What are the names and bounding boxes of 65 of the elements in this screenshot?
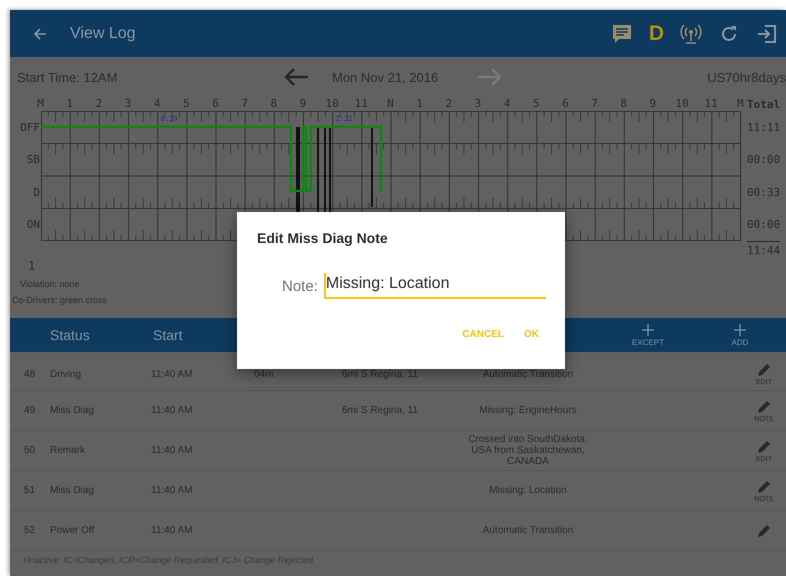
hour-label: 6 xyxy=(211,97,220,111)
hour-label: 9 xyxy=(648,97,658,111)
hour-label: 4 xyxy=(152,97,162,111)
status-cell-text: Miss Diag xyxy=(50,405,95,416)
driver-status-letter[interactable]: D xyxy=(648,22,664,46)
status-label: D xyxy=(32,184,41,201)
status-label: SB xyxy=(26,152,41,168)
start-time-cell-text: 11:40 AM xyxy=(151,525,194,536)
header-action-button[interactable]: ADD xyxy=(694,324,786,346)
plus-icon xyxy=(734,324,746,336)
total-heading: Total xyxy=(747,97,780,111)
status-cell-text: Miss Diag xyxy=(50,485,95,496)
hour-label: 8 xyxy=(619,97,628,111)
dialog-title: Edit Miss Diag Note xyxy=(257,230,389,246)
note-label: Note: xyxy=(282,278,318,294)
hour-label: 7 xyxy=(240,97,249,111)
screen-title: View Log xyxy=(70,24,137,42)
header-action-button[interactable]: EXCEPT xyxy=(602,324,694,346)
hour-label: 10 xyxy=(324,97,340,111)
start-time-cell-text: 11:40 AM xyxy=(151,405,194,416)
status-label: OFF xyxy=(19,120,41,136)
column-header: Start xyxy=(153,327,183,343)
total-value: 11:11 xyxy=(747,120,780,136)
logout-icon[interactable] xyxy=(756,22,778,44)
grand-total: 11:44 xyxy=(747,241,780,258)
hour-label: 10 xyxy=(674,97,690,111)
pencil-icon xyxy=(756,398,772,414)
dialog-button[interactable]: CANCEL xyxy=(462,329,504,340)
total-value: 00:00 xyxy=(747,152,780,168)
hour-label: 1 xyxy=(65,97,74,111)
hour-label: 6 xyxy=(561,97,570,111)
pencil-icon xyxy=(756,362,772,377)
start-time-cell-text: 11:40 AM xyxy=(151,445,194,456)
previous-day-arrow-icon[interactable] xyxy=(282,66,310,88)
notes-cell-text: Crossed into SouthDakota, USA from Saskatchewan, CANADA xyxy=(467,434,589,467)
antenna-icon[interactable] xyxy=(680,22,702,44)
notes-cell-text: Missing: EngineHours xyxy=(478,405,578,416)
hour-label: 2 xyxy=(94,97,104,111)
column-header: Status xyxy=(50,327,91,343)
start-time-cell-text: 11:40 AM xyxy=(151,485,194,496)
start-time-cell-text: 11:40 AM xyxy=(151,368,194,380)
hour-label: 3 xyxy=(124,97,132,111)
row-number: 49 xyxy=(24,405,36,416)
pencil-icon xyxy=(756,523,772,538)
dialog-button[interactable]: OK xyxy=(524,329,539,340)
plus-icon xyxy=(642,324,654,336)
note-field[interactable]: Missing: Location xyxy=(324,273,546,299)
row-number: 48 xyxy=(24,368,36,380)
pencil-icon xyxy=(756,478,772,494)
hour-label: N xyxy=(386,97,395,111)
hour-label: 2 xyxy=(444,97,454,111)
message-icon[interactable] xyxy=(610,22,633,44)
notes-cell-text: Missing: Location xyxy=(488,485,568,496)
total-value: 00:00 xyxy=(747,217,780,234)
status-cell-text: Remark xyxy=(50,445,86,456)
status-cell-text: Driving xyxy=(50,368,82,380)
status-cell-text: Power Off xyxy=(50,525,96,536)
total-value: 00:33 xyxy=(747,184,780,201)
hour-label: 5 xyxy=(532,97,541,111)
pencil-icon xyxy=(756,438,772,454)
hour-label: 3 xyxy=(474,97,482,111)
back-icon[interactable] xyxy=(32,26,48,42)
notes-cell-text: Automatic Transition xyxy=(482,525,574,536)
row-number: 52 xyxy=(24,525,36,536)
status-label: ON xyxy=(26,217,41,234)
